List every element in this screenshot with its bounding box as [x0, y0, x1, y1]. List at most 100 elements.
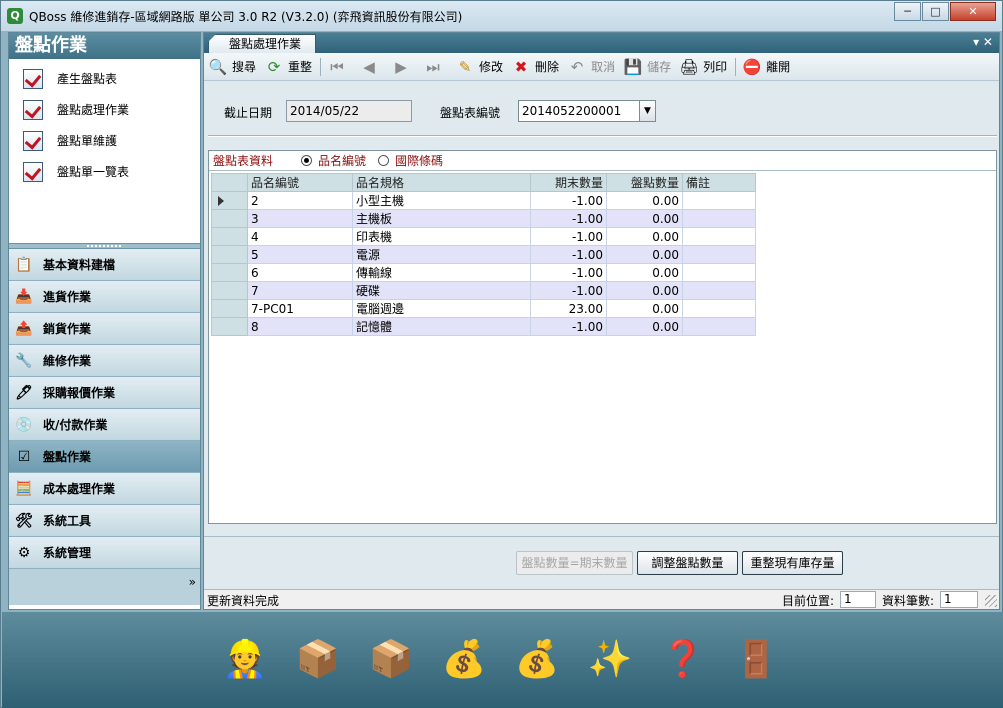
table-row[interactable]: 6 傳輸線 -1.00 0.00 — [211, 263, 756, 282]
group-sales[interactable]: 📤 銷貨作業 — [9, 313, 200, 345]
cell-count-qty[interactable]: 0.00 — [606, 191, 683, 210]
row-selector[interactable] — [211, 191, 248, 210]
cell-count-qty[interactable]: 0.00 — [606, 227, 683, 246]
row-selector[interactable] — [211, 317, 248, 336]
cell-spec[interactable]: 傳輸線 — [352, 263, 531, 282]
nav-item-process[interactable]: 盤點處理作業 — [9, 94, 200, 125]
adjust-count-button[interactable]: 調整盤點數量 — [637, 551, 738, 575]
sidebar-splitter[interactable] — [9, 243, 200, 249]
row-selector[interactable] — [211, 245, 248, 264]
sort-by-barcode-radio[interactable]: 國際條碼 — [378, 152, 443, 169]
row-selector[interactable] — [211, 209, 248, 228]
cell-code[interactable]: 7 — [247, 281, 353, 300]
cell-note[interactable] — [682, 263, 756, 282]
col-header-code[interactable]: 品名編號 — [247, 173, 353, 192]
cell-note[interactable] — [682, 191, 756, 210]
exit-door-icon[interactable]: 🚪 — [731, 634, 781, 684]
cell-note[interactable] — [682, 245, 756, 264]
nav-item-list[interactable]: 盤點單一覽表 — [9, 156, 200, 187]
save-button[interactable]: 💾 儲存 — [623, 57, 671, 77]
cancel-button[interactable]: ↶ 取消 — [567, 57, 615, 77]
group-payment[interactable]: 💿 收/付款作業 — [9, 409, 200, 441]
group-admin[interactable]: ⚙ 系統管理 — [9, 537, 200, 569]
coins-out-icon[interactable]: 💰 — [512, 634, 562, 684]
row-selector[interactable] — [211, 227, 248, 246]
set-count-equal-button[interactable]: 盤點數量=期末數量 — [516, 551, 633, 575]
group-tools[interactable]: 🛠 系統工具 — [9, 505, 200, 537]
prev-record-button[interactable]: ◀ — [359, 57, 383, 77]
row-selector[interactable] — [211, 281, 248, 300]
sort-by-code-radio[interactable]: 品名編號 — [301, 152, 366, 169]
delete-button[interactable]: ✖ 刪除 — [511, 57, 559, 77]
table-row[interactable]: 5 電源 -1.00 0.00 — [211, 245, 756, 264]
next-record-button[interactable]: ▶ — [391, 57, 415, 77]
cell-code[interactable]: 4 — [247, 227, 353, 246]
group-repair[interactable]: 🔧 維修作業 — [9, 345, 200, 377]
cell-code[interactable]: 6 — [247, 263, 353, 282]
cell-end-qty[interactable]: -1.00 — [530, 263, 607, 282]
magic-wand-icon[interactable]: ✨ — [585, 634, 635, 684]
sales-out-icon[interactable]: 📦 — [366, 634, 416, 684]
table-row[interactable]: 7 硬碟 -1.00 0.00 — [211, 281, 756, 300]
col-header-count-qty[interactable]: 盤點數量 — [606, 173, 683, 192]
cell-count-qty[interactable]: 0.00 — [606, 281, 683, 300]
coins-in-icon[interactable]: 💰 — [439, 634, 489, 684]
cell-end-qty[interactable]: -1.00 — [530, 281, 607, 300]
edit-button[interactable]: ✎ 修改 — [455, 57, 503, 77]
cell-count-qty[interactable]: 0.00 — [606, 245, 683, 264]
cell-end-qty[interactable]: -1.00 — [530, 245, 607, 264]
exit-button[interactable]: ⛔ 離開 — [742, 57, 790, 77]
cell-code[interactable]: 5 — [247, 245, 353, 264]
cell-note[interactable] — [682, 209, 756, 228]
tab-inventory-process[interactable]: 盤點處理作業 — [208, 34, 317, 53]
cell-note[interactable] — [682, 317, 756, 336]
maximize-button[interactable]: □ — [922, 2, 949, 21]
technician-icon[interactable]: 👷 — [220, 634, 270, 684]
nav-item-generate-sheet[interactable]: 產生盤點表 — [9, 63, 200, 94]
cell-spec[interactable]: 印表機 — [352, 227, 531, 246]
col-header-spec[interactable]: 品名規格 — [352, 173, 531, 192]
last-record-button[interactable]: ⏭ — [423, 57, 447, 77]
resize-grip-icon[interactable] — [985, 595, 997, 607]
col-header-note[interactable]: 備註 — [682, 173, 756, 192]
first-record-button[interactable]: ⏮ — [327, 57, 351, 77]
row-selector[interactable] — [211, 299, 248, 318]
cell-count-qty[interactable]: 0.00 — [606, 263, 683, 282]
refresh-button[interactable]: ⟳ 重整 — [264, 57, 312, 77]
cell-note[interactable] — [682, 227, 756, 246]
cell-count-qty[interactable]: 0.00 — [606, 209, 683, 228]
tab-controls[interactable]: ▾ ✕ — [973, 35, 993, 49]
cell-spec[interactable]: 電源 — [352, 245, 531, 264]
cell-count-qty[interactable]: 0.00 — [606, 299, 683, 318]
cell-spec[interactable]: 硬碟 — [352, 281, 531, 300]
cell-spec[interactable]: 主機板 — [352, 209, 531, 228]
purchase-in-icon[interactable]: 📦 — [293, 634, 343, 684]
cell-note[interactable] — [682, 299, 756, 318]
table-row[interactable]: 2 小型主機 -1.00 0.00 — [211, 191, 756, 210]
row-selector[interactable] — [211, 263, 248, 282]
rebuild-stock-button[interactable]: 重整現有庫存量 — [742, 551, 843, 575]
cell-code[interactable]: 8 — [247, 317, 353, 336]
cell-end-qty[interactable]: -1.00 — [530, 227, 607, 246]
chevron-right-icon[interactable]: » — [189, 575, 196, 589]
group-cost[interactable]: 🧮 成本處理作業 — [9, 473, 200, 505]
sheet-no-select[interactable]: 2014052200001 ▼ — [518, 100, 656, 122]
print-button[interactable]: 🖨 列印 — [679, 57, 728, 77]
cell-spec[interactable]: 電腦週邊 — [352, 299, 531, 318]
cell-count-qty[interactable]: 0.00 — [606, 317, 683, 336]
cell-note[interactable] — [682, 281, 756, 300]
chevron-down-icon[interactable]: ▼ — [639, 101, 655, 121]
help-doc-icon[interactable]: ❓ — [658, 634, 708, 684]
table-row[interactable]: 8 記憶體 -1.00 0.00 — [211, 317, 756, 336]
table-row[interactable]: 4 印表機 -1.00 0.00 — [211, 227, 756, 246]
cell-end-qty[interactable]: -1.00 — [530, 209, 607, 228]
cell-code[interactable]: 7-PC01 — [247, 299, 353, 318]
table-row[interactable]: 3 主機板 -1.00 0.00 — [211, 209, 756, 228]
minimize-button[interactable]: ─ — [894, 2, 921, 21]
cell-end-qty[interactable]: 23.00 — [530, 299, 607, 318]
col-header-end-qty[interactable]: 期末數量 — [530, 173, 607, 192]
cell-spec[interactable]: 記憶體 — [352, 317, 531, 336]
table-row[interactable]: 7-PC01 電腦週邊 23.00 0.00 — [211, 299, 756, 318]
group-inventory-count[interactable]: ☑ 盤點作業 — [9, 441, 200, 473]
group-basic-data[interactable]: 📋 基本資料建檔 — [9, 249, 200, 281]
